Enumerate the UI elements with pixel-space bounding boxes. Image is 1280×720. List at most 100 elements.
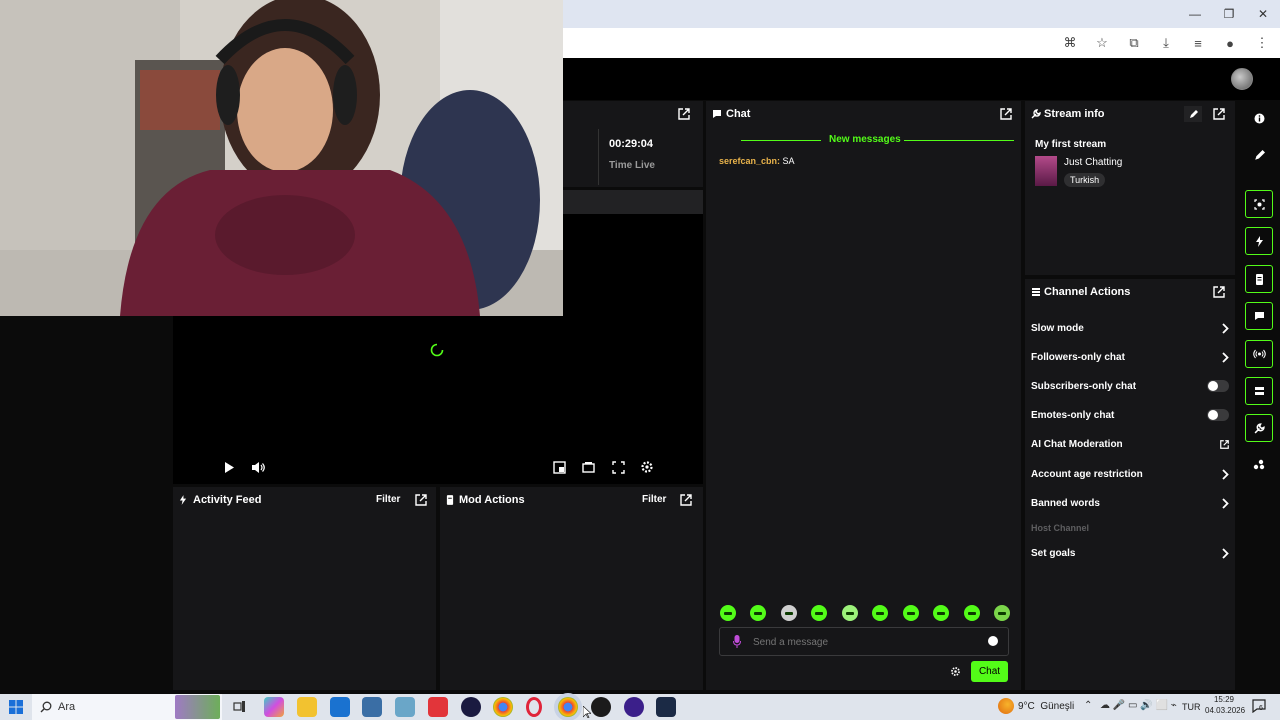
opera-icon[interactable] bbox=[526, 697, 542, 717]
chevron-right-icon[interactable] bbox=[1222, 351, 1229, 363]
popout-icon[interactable] bbox=[1213, 286, 1225, 298]
teamviewer-icon[interactable] bbox=[461, 697, 481, 717]
anydesk-icon[interactable] bbox=[428, 697, 448, 717]
channel-action-ai-chat-moderation[interactable]: AI Chat Moderation bbox=[1031, 433, 1229, 455]
search-label: Ara bbox=[58, 701, 76, 713]
popout-icon[interactable] bbox=[678, 108, 690, 120]
extensions-icon[interactable]: ⧉ bbox=[1122, 31, 1146, 55]
notepad-icon[interactable] bbox=[395, 697, 415, 717]
broadcast-icon[interactable] bbox=[1245, 340, 1273, 368]
document-icon[interactable] bbox=[1245, 265, 1273, 293]
microphone-icon[interactable] bbox=[733, 635, 741, 648]
channel-action-subscribers-only-chat[interactable]: Subscribers-only chat bbox=[1031, 375, 1229, 397]
toggle-switch[interactable] bbox=[1207, 409, 1229, 421]
taskbar-search[interactable]: Ara bbox=[32, 694, 222, 720]
emote-icon[interactable] bbox=[811, 605, 828, 621]
chat-input-box[interactable] bbox=[719, 627, 1009, 656]
outlook-icon[interactable] bbox=[330, 697, 350, 717]
popout-icon[interactable] bbox=[1000, 108, 1012, 120]
category-thumbnail bbox=[1035, 156, 1057, 186]
chat-settings-icon[interactable] bbox=[950, 666, 961, 677]
channel-action-emotes-only-chat[interactable]: Emotes-only chat bbox=[1031, 404, 1229, 426]
edit-icon[interactable] bbox=[1245, 141, 1273, 169]
chat-username[interactable]: serefcan_cbn: bbox=[719, 156, 780, 166]
windows-start-icon[interactable] bbox=[9, 700, 23, 714]
emote-icon[interactable] bbox=[720, 605, 736, 621]
calculator-icon[interactable] bbox=[362, 697, 382, 717]
channel-actions-icon bbox=[1031, 287, 1041, 297]
channel-action-account-age-restriction[interactable]: Account age restriction bbox=[1031, 463, 1229, 485]
toggle-switch[interactable] bbox=[1207, 380, 1229, 392]
chat-input[interactable] bbox=[753, 633, 973, 651]
channel-action-followers-only-chat[interactable]: Followers-only chat bbox=[1031, 346, 1229, 368]
restore-icon[interactable]: ❐ bbox=[1212, 0, 1246, 28]
chat-icon[interactable] bbox=[1245, 302, 1273, 330]
chevron-right-icon[interactable] bbox=[1222, 547, 1229, 559]
emote-icon[interactable] bbox=[902, 605, 919, 621]
tray-chevron-icon[interactable]: ⌃ bbox=[1084, 700, 1092, 711]
translate-icon[interactable]: ⌘ bbox=[1058, 31, 1082, 55]
external-link-icon[interactable] bbox=[1220, 439, 1229, 449]
lightning-icon[interactable] bbox=[1245, 227, 1273, 255]
star-icon[interactable]: ☆ bbox=[1090, 31, 1114, 55]
popout-icon[interactable] bbox=[1213, 108, 1225, 120]
reading-list-icon[interactable]: ≡ bbox=[1186, 31, 1210, 55]
emoji-picker-icon[interactable] bbox=[988, 636, 998, 646]
profile-icon[interactable]: ● bbox=[1218, 31, 1242, 55]
fullscreen-icon[interactable] bbox=[612, 461, 625, 474]
emote-icon[interactable] bbox=[780, 605, 797, 621]
emote-icon[interactable] bbox=[993, 605, 1010, 621]
stream-category[interactable]: Just Chatting bbox=[1064, 157, 1122, 168]
steam-icon[interactable] bbox=[656, 697, 676, 717]
chat-title: Chat bbox=[726, 108, 751, 120]
chrome-active-icon[interactable] bbox=[558, 697, 578, 717]
notification-icon[interactable]: 6 bbox=[1252, 699, 1266, 713]
mod-filter-button[interactable]: Filter bbox=[642, 494, 666, 505]
volume-icon[interactable] bbox=[251, 461, 265, 474]
weather-text[interactable]: 9°C Güneşli bbox=[1018, 701, 1074, 712]
minimize-icon[interactable]: — bbox=[1178, 0, 1212, 28]
emote-icon[interactable] bbox=[963, 605, 980, 621]
send-chat-button[interactable]: Chat bbox=[971, 661, 1008, 682]
channel-action-set-goals[interactable]: Set goals bbox=[1031, 542, 1229, 564]
focus-icon[interactable] bbox=[1245, 190, 1273, 218]
channel-action-slow-mode[interactable]: Slow mode bbox=[1031, 317, 1229, 339]
search-highlight-image bbox=[175, 695, 220, 719]
close-icon[interactable]: ✕ bbox=[1246, 0, 1280, 28]
language-indicator[interactable]: TUR bbox=[1182, 702, 1201, 712]
apps-icon[interactable] bbox=[1245, 451, 1273, 479]
divider bbox=[904, 140, 1014, 141]
copilot-icon[interactable] bbox=[264, 697, 284, 717]
tray-icons[interactable]: ☁ 🎤 ▭ 🔊 ⬜ ⌁ bbox=[1100, 700, 1177, 711]
avatar[interactable] bbox=[1231, 68, 1253, 90]
file-explorer-icon[interactable] bbox=[297, 697, 317, 717]
emote-icon[interactable] bbox=[750, 605, 767, 621]
chevron-right-icon[interactable] bbox=[1222, 322, 1229, 334]
chevron-right-icon[interactable] bbox=[1222, 468, 1229, 480]
weather-icon[interactable] bbox=[998, 698, 1014, 714]
popout-icon[interactable] bbox=[680, 494, 692, 506]
wrench-icon[interactable] bbox=[1245, 414, 1273, 442]
play-icon[interactable] bbox=[223, 461, 235, 474]
activity-filter-button[interactable]: Filter bbox=[376, 494, 400, 505]
browser-menu-icon[interactable]: ⋮ bbox=[1250, 31, 1274, 55]
channel-action-banned-words[interactable]: Banned words bbox=[1031, 492, 1229, 514]
time-live-value: 00:29:04 bbox=[609, 138, 654, 150]
moderation-icon[interactable] bbox=[1245, 377, 1273, 405]
emote-icon[interactable] bbox=[841, 605, 858, 621]
clock[interactable]: 15:29 04.03.2026 bbox=[1205, 695, 1245, 715]
settings-icon[interactable] bbox=[640, 460, 654, 474]
task-view-icon[interactable] bbox=[233, 700, 246, 713]
pip-icon[interactable] bbox=[553, 461, 566, 474]
edit-stream-button[interactable] bbox=[1184, 106, 1202, 122]
chevron-right-icon[interactable] bbox=[1222, 497, 1229, 509]
chrome-icon[interactable] bbox=[493, 697, 513, 717]
popout-icon[interactable] bbox=[415, 494, 427, 506]
info-icon[interactable] bbox=[1245, 104, 1273, 132]
theater-mode-icon[interactable] bbox=[582, 461, 595, 474]
download-icon[interactable]: ⤓ bbox=[1154, 31, 1178, 55]
app-icon[interactable] bbox=[624, 697, 644, 717]
emote-icon[interactable] bbox=[872, 605, 889, 621]
obs-icon[interactable] bbox=[591, 697, 611, 717]
emote-icon[interactable] bbox=[933, 605, 950, 621]
